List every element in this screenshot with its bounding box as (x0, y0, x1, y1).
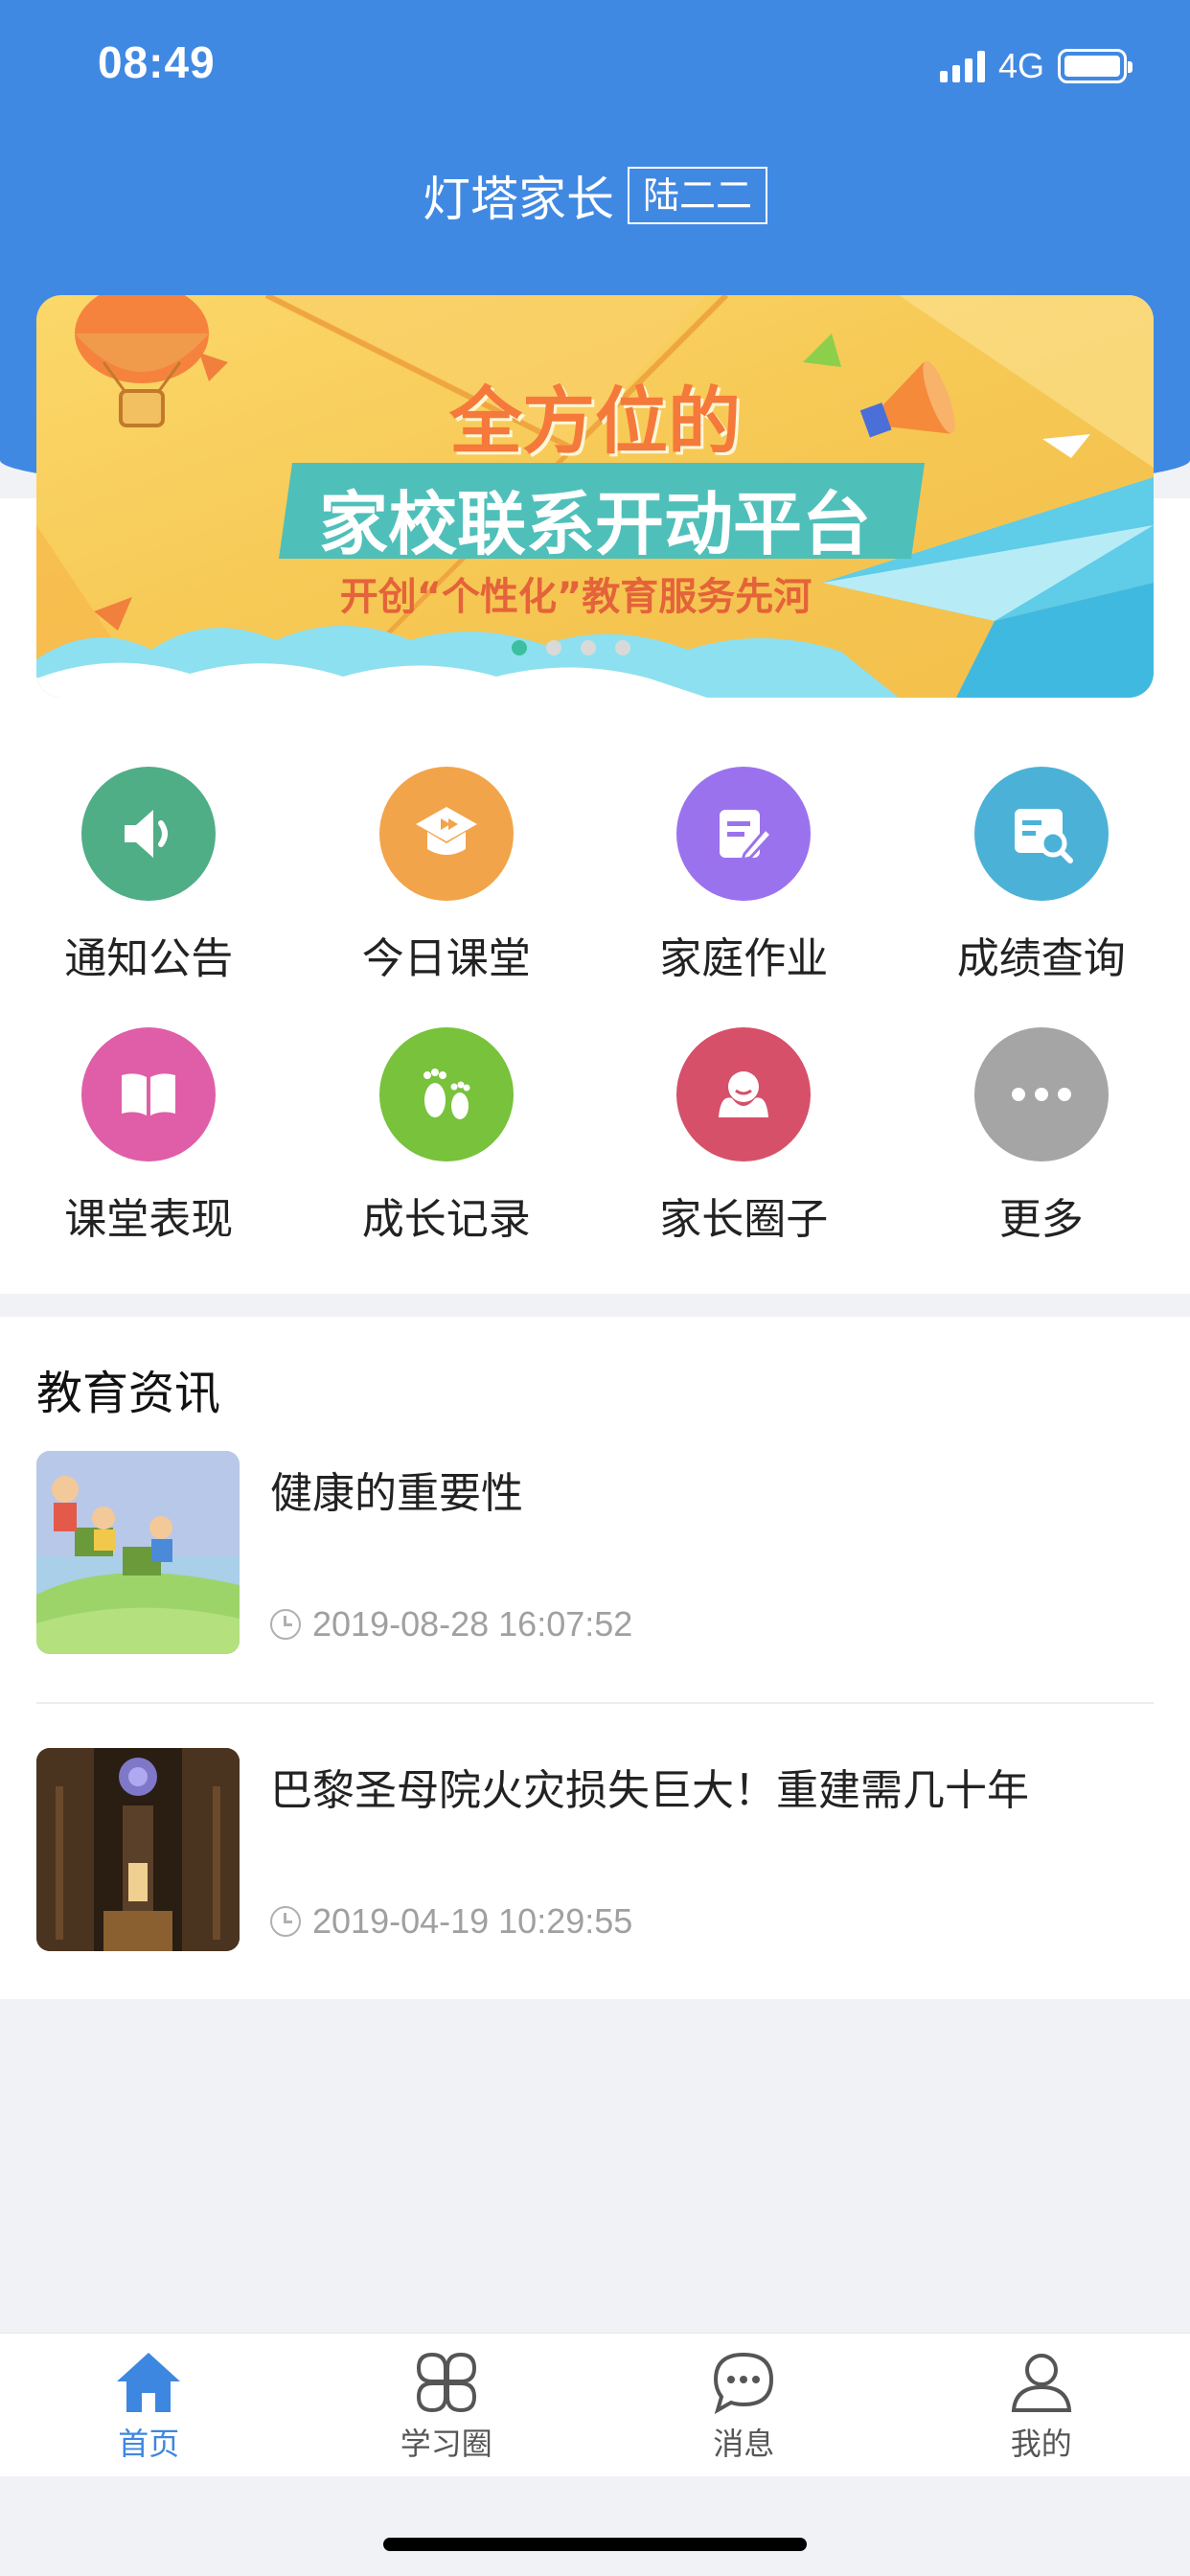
book-icon (81, 1027, 217, 1162)
profile-icon (1011, 2354, 1071, 2412)
chat-icon (714, 2352, 774, 2415)
feature-label: 成绩查询 (956, 934, 1126, 983)
app-title: 灯塔家长 (422, 172, 614, 227)
feature-today-class[interactable]: 今日课堂 (298, 767, 596, 1027)
news-timestamp: 2019-04-19 10:29:55 (270, 1901, 632, 1942)
news-item[interactable]: 巴黎圣母院火灾损失巨大！重建需几十年 2019-04-19 10:29:55 (36, 1748, 1154, 1951)
feature-notices[interactable]: 通知公告 (0, 767, 298, 1027)
status-indicators: 4G (939, 46, 1133, 86)
status-bar: 08:49 4G (0, 0, 1190, 125)
tab-profile[interactable]: 我的 (893, 2334, 1190, 2476)
banner-title: 家校联系开动平台 (318, 484, 871, 564)
tab-label: 学习圈 (400, 2426, 492, 2462)
banner-headline: 全方位的 (449, 379, 741, 464)
news-timestamp: 2019-08-28 16:07:52 (270, 1604, 632, 1644)
speaker-icon (81, 767, 217, 901)
signal-icon (939, 50, 985, 82)
banner-carousel[interactable]: 全方位的 家校联系开动平台 开创“个性化”教育服务先河 (36, 295, 1154, 698)
feature-grid: 通知公告 今日课堂 家庭作业 成绩查询 课堂表现 成长记录 家长圈子 更多 (0, 767, 1190, 1246)
graduation-cap-icon (378, 767, 514, 901)
news-time-text: 2019-04-19 10:29:55 (312, 1901, 633, 1941)
news-section: 教育资讯 健康的重要性 2019-08-28 16:07:52 巴黎圣母院火灾损… (0, 1317, 1190, 1999)
tab-home[interactable]: 首页 (0, 2334, 298, 2476)
feature-performance[interactable]: 课堂表现 (0, 1027, 298, 1288)
news-time-text: 2019-08-28 16:07:52 (312, 1604, 633, 1644)
tab-label: 我的 (1010, 2426, 1072, 2462)
news-title: 巴黎圣母院火灾损失巨大！重建需几十年 (270, 1766, 1029, 1815)
status-time: 08:49 (98, 37, 216, 87)
news-divider (36, 1702, 1154, 1704)
feature-label: 课堂表现 (64, 1195, 234, 1244)
feature-label: 成长记录 (361, 1195, 531, 1244)
people-icon (676, 1027, 812, 1162)
carousel-dot[interactable] (581, 640, 596, 656)
feature-label: 通知公告 (64, 934, 234, 983)
feature-parent-circle[interactable]: 家长圈子 (595, 1027, 893, 1288)
home-indicator (383, 2538, 807, 2551)
tab-bar: 首页 学习圈 消息 我的 (0, 2333, 1190, 2476)
feature-more[interactable]: 更多 (893, 1027, 1190, 1288)
clock-icon (270, 1609, 301, 1640)
search-grades-icon (973, 767, 1109, 901)
feature-label: 家长圈子 (659, 1195, 829, 1244)
news-title: 健康的重要性 (270, 1469, 523, 1518)
news-heading: 教育资讯 (36, 1367, 221, 1420)
feature-label: 今日课堂 (361, 934, 531, 983)
network-type: 4G (997, 46, 1044, 85)
banner-subtitle: 开创“个性化”教育服务先河 (339, 575, 812, 619)
footprints-icon (378, 1027, 514, 1162)
more-icon (973, 1027, 1109, 1162)
tab-label: 首页 (118, 2426, 180, 2462)
carousel-dot[interactable] (512, 640, 527, 656)
header: 灯塔家长 陆二二 (0, 161, 1190, 230)
child-switcher[interactable]: 陆二二 (627, 167, 767, 224)
carousel-dot[interactable] (546, 640, 561, 656)
feature-label: 更多 (998, 1195, 1084, 1244)
feature-growth[interactable]: 成长记录 (298, 1027, 596, 1288)
clock-icon (270, 1906, 301, 1937)
carousel-dots (36, 640, 1154, 656)
feature-grades[interactable]: 成绩查询 (893, 767, 1190, 1027)
tab-messages[interactable]: 消息 (595, 2334, 893, 2476)
feature-homework[interactable]: 家庭作业 (595, 767, 893, 1027)
home-icon (117, 2353, 181, 2412)
news-thumbnail (36, 1748, 240, 1951)
tab-study-circle[interactable]: 学习圈 (298, 2334, 596, 2476)
homework-icon (676, 767, 812, 901)
apps-icon (416, 2352, 476, 2413)
feature-label: 家庭作业 (659, 934, 829, 983)
news-thumbnail (36, 1451, 240, 1654)
carousel-dot[interactable] (615, 640, 630, 656)
battery-icon (1058, 49, 1133, 83)
news-item[interactable]: 健康的重要性 2019-08-28 16:07:52 (36, 1451, 1154, 1654)
tab-label: 消息 (713, 2426, 775, 2462)
